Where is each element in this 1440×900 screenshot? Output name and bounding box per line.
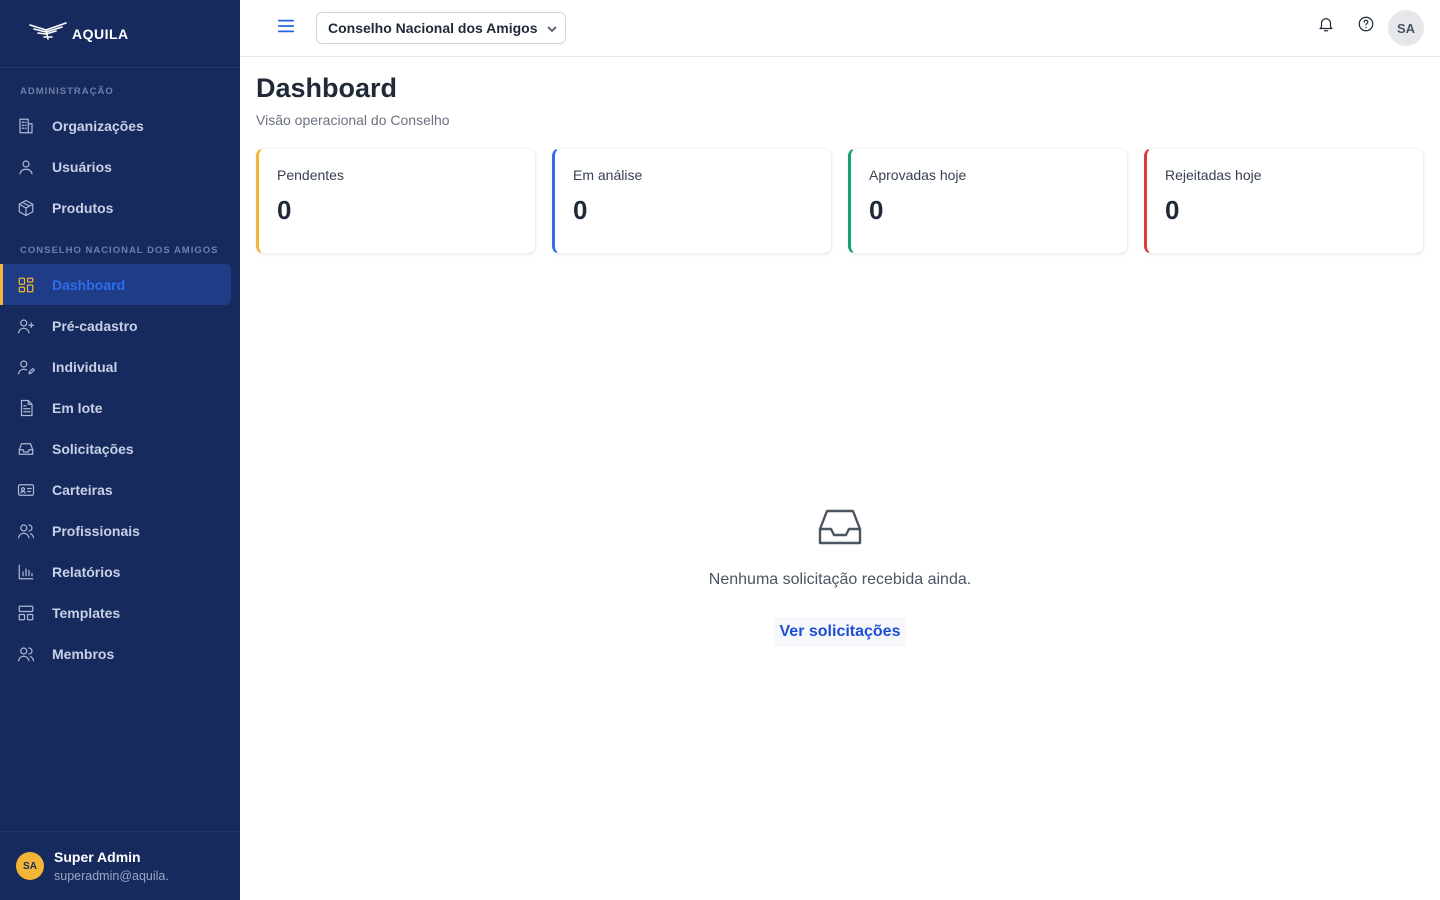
stat-card-label: Aprovadas hoje bbox=[869, 167, 967, 183]
sidebar-item-pre-cadastro[interactable]: Pré-cadastro bbox=[0, 305, 240, 346]
notifications-button[interactable] bbox=[1316, 16, 1336, 36]
sidebar-item-profissionais[interactable]: Profissionais bbox=[0, 510, 240, 551]
section-label-conselho: CONSELHO NACIONAL DOS AMIGOS bbox=[20, 245, 219, 256]
sidebar: AQUILA ADMINISTRAÇÃO Organizações Usuári… bbox=[0, 0, 240, 900]
view-requests-link[interactable]: Ver solicitações bbox=[773, 617, 907, 647]
building-icon bbox=[16, 116, 36, 136]
sidebar-item-produtos[interactable]: Produtos bbox=[0, 187, 240, 228]
inbox-icon bbox=[16, 439, 36, 459]
user-profile[interactable]: SA Super Admin superadmin@aquila. bbox=[0, 831, 240, 900]
sidebar-item-solicitacoes[interactable]: Solicitações bbox=[0, 428, 240, 469]
sidebar-item-organizacoes[interactable]: Organizações bbox=[0, 105, 240, 146]
stat-card-pendentes: Pendentes 0 bbox=[256, 148, 536, 254]
sidebar-item-relatorios[interactable]: Relatórios bbox=[0, 551, 240, 592]
sidebar-item-usuarios[interactable]: Usuários bbox=[0, 146, 240, 187]
file-icon bbox=[16, 398, 36, 418]
sidebar-item-label: Dashboard bbox=[52, 276, 126, 293]
stat-card-value: 0 bbox=[277, 195, 292, 225]
main-content: Dashboard Visão operacional do Conselho … bbox=[240, 57, 1440, 900]
sidebar-item-label: Relatórios bbox=[52, 563, 121, 580]
chevron-down-icon bbox=[546, 22, 558, 34]
inbox-icon bbox=[816, 505, 864, 547]
sidebar-item-label: Em lote bbox=[52, 399, 103, 416]
sidebar-item-em-lote[interactable]: Em lote bbox=[0, 387, 240, 428]
help-button[interactable] bbox=[1356, 16, 1376, 36]
avatar: SA bbox=[16, 852, 44, 880]
user-icon bbox=[16, 157, 36, 177]
empty-state: Nenhuma solicitação recebida ainda. Ver … bbox=[240, 505, 1440, 647]
sidebar-item-label: Pré-cadastro bbox=[52, 317, 138, 334]
layout-icon bbox=[16, 603, 36, 623]
sidebar-item-label: Individual bbox=[52, 358, 118, 375]
page-title: Dashboard bbox=[256, 73, 398, 103]
package-icon bbox=[16, 198, 36, 218]
sidebar-item-individual[interactable]: Individual bbox=[0, 346, 240, 387]
empty-state-message: Nenhuma solicitação recebida ainda. bbox=[708, 571, 972, 588]
sidebar-item-label: Solicitações bbox=[52, 440, 134, 457]
sidebar-item-membros[interactable]: Membros bbox=[0, 633, 240, 674]
sidebar-item-dashboard[interactable]: Dashboard bbox=[0, 264, 231, 305]
sidebar-item-label: Usuários bbox=[52, 158, 112, 175]
user-email: superadmin@aquila. bbox=[54, 869, 169, 883]
sidebar-item-label: Profissionais bbox=[52, 522, 140, 539]
stat-card-label: Em análise bbox=[573, 167, 643, 183]
help-icon bbox=[1357, 15, 1375, 38]
id-card-icon bbox=[16, 480, 36, 500]
organization-select[interactable]: Conselho Nacional dos Amigos bbox=[316, 12, 566, 44]
user-avatar-button[interactable]: SA bbox=[1388, 10, 1424, 46]
section-label-administracao: ADMINISTRAÇÃO bbox=[20, 86, 114, 97]
page-subtitle: Visão operacional do Conselho bbox=[256, 112, 450, 128]
sidebar-item-label: Membros bbox=[52, 645, 115, 662]
brand-name: AQUILA bbox=[72, 25, 129, 42]
stat-card-value: 0 bbox=[869, 195, 884, 225]
stat-card-value: 0 bbox=[1165, 195, 1180, 225]
topbar: Conselho Nacional dos Amigos SA bbox=[240, 0, 1440, 57]
sidebar-item-label: Templates bbox=[52, 604, 121, 621]
members-icon bbox=[16, 644, 36, 664]
stat-card-value: 0 bbox=[573, 195, 588, 225]
nav-administracao: Organizações Usuários Produtos bbox=[0, 105, 240, 228]
sidebar-item-label: Carteiras bbox=[52, 481, 113, 498]
user-name: Super Admin bbox=[54, 849, 141, 865]
hamburger-icon bbox=[277, 17, 295, 40]
users-icon bbox=[16, 521, 36, 541]
stat-card-em-analise: Em análise 0 bbox=[552, 148, 832, 254]
eagle-logo-icon bbox=[28, 19, 68, 48]
stat-card-label: Rejeitadas hoje bbox=[1165, 167, 1262, 183]
user-edit-icon bbox=[16, 357, 36, 377]
menu-toggle-button[interactable] bbox=[276, 18, 296, 38]
sidebar-item-carteiras[interactable]: Carteiras bbox=[0, 469, 240, 510]
bar-chart-icon bbox=[16, 562, 36, 582]
grid-icon bbox=[16, 275, 36, 295]
organization-select-value: Conselho Nacional dos Amigos bbox=[328, 20, 538, 36]
bell-icon bbox=[1317, 15, 1335, 38]
stat-cards: Pendentes 0 Em análise 0 Aprovadas hoje … bbox=[256, 148, 1424, 254]
stat-card-rejeitadas-hoje: Rejeitadas hoje 0 bbox=[1144, 148, 1424, 254]
stat-card-label: Pendentes bbox=[277, 167, 344, 183]
sidebar-item-templates[interactable]: Templates bbox=[0, 592, 240, 633]
brand-logo[interactable]: AQUILA bbox=[0, 0, 240, 68]
user-plus-icon bbox=[16, 316, 36, 336]
user-info: Super Admin superadmin@aquila. bbox=[54, 849, 169, 883]
sidebar-item-label: Produtos bbox=[52, 199, 114, 216]
sidebar-item-label: Organizações bbox=[52, 117, 144, 134]
stat-card-aprovadas-hoje: Aprovadas hoje 0 bbox=[848, 148, 1128, 254]
nav-conselho: Dashboard Pré-cadastro Individual Em lot… bbox=[0, 264, 240, 674]
